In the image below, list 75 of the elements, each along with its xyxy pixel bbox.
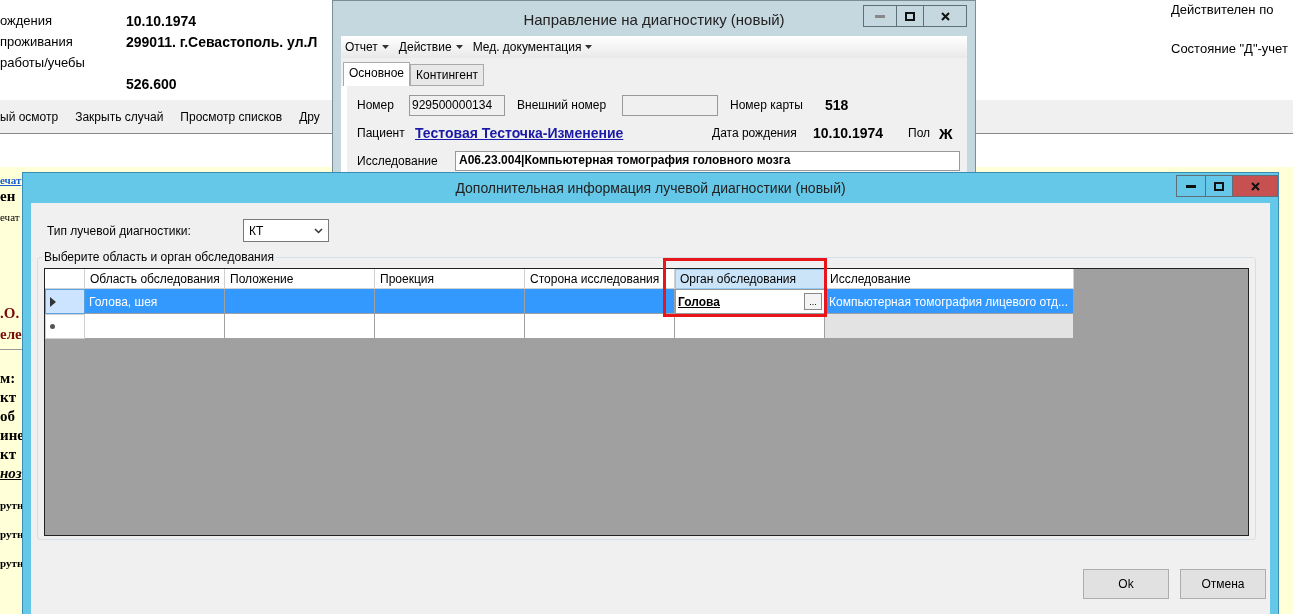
browse-button[interactable]: ... [804, 293, 822, 310]
chevron-down-icon [314, 227, 323, 234]
field-label: Пол [908, 126, 932, 140]
column-header[interactable]: Сторона исследования [525, 269, 675, 289]
maximize-icon [1214, 181, 1224, 191]
caret-icon [585, 45, 593, 49]
field-label: Номер [357, 98, 395, 112]
study-field[interactable]: A06.23.004|Компьютерная томография головного мозга [455, 151, 960, 171]
document-text: ноз [0, 465, 22, 482]
cell-editor[interactable]: Голова ... [675, 289, 825, 314]
external-number-field[interactable] [622, 94, 718, 116]
caret-icon [455, 45, 463, 49]
document-text: об [0, 408, 15, 425]
minimize-icon [875, 14, 885, 18]
column-header[interactable]: Исследование [825, 269, 1074, 289]
corner-header [45, 269, 85, 289]
menu-item[interactable]: Мед. документация [472, 40, 593, 54]
menu-item[interactable]: Действие [398, 40, 463, 54]
field-label: работы/учебы [0, 55, 86, 70]
window-title: Направление на диагностику (новый) [522, 10, 786, 28]
document-link[interactable]: ечат [0, 174, 22, 186]
current-row-icon [50, 296, 56, 307]
type-dropdown[interactable]: КТ [243, 219, 329, 242]
close-button[interactable] [923, 5, 967, 27]
document-text: .О. [0, 305, 20, 322]
dialog-title: Дополнительная информация лучевой диагностики (новый) [454, 180, 847, 196]
toolbar-item[interactable]: ый осмотр [0, 109, 59, 124]
minimize-icon [1186, 184, 1196, 188]
status-text: Состояние "Д"-учет [1171, 41, 1288, 56]
status-text: Действителен по [1171, 2, 1275, 17]
field-label: проживания [0, 34, 74, 49]
table-cell: Голова, шея [85, 289, 225, 314]
field-label: ождения [0, 13, 54, 28]
close-icon [940, 11, 950, 21]
document-text: кт [0, 446, 16, 463]
document-text: ечат [0, 211, 20, 223]
field-label: Исследование [357, 154, 439, 168]
row-header[interactable] [45, 289, 85, 314]
toolbar-item[interactable]: Закрыть случай [75, 109, 164, 124]
column-header[interactable]: Проекция [375, 269, 525, 289]
document-text: кт [0, 389, 16, 406]
column-header[interactable]: Орган обследования [675, 269, 825, 289]
document-text: еле [0, 326, 22, 343]
document-text: ен [0, 188, 16, 205]
card-number: 518 [825, 97, 850, 113]
menu-item[interactable]: Отчет [345, 40, 389, 54]
field-value: 299011. г.Севастополь. ул.Л [126, 33, 318, 50]
tab[interactable]: Контингент [410, 64, 484, 86]
cancel-button[interactable]: Отмена [1180, 569, 1266, 599]
field-label: Внешний номер [517, 98, 608, 112]
column-header[interactable]: Положение [225, 269, 375, 289]
maximize-icon [905, 11, 915, 21]
caret-icon [381, 45, 389, 49]
field-label: Номер карты [730, 98, 804, 112]
birth-date: 10.10.1974 [813, 125, 885, 141]
toolbar-item[interactable]: Дру [299, 109, 320, 124]
field-label: Пациент [357, 126, 406, 140]
field-label: Тип лучевой диагностики: [47, 223, 192, 238]
maximize-button[interactable] [896, 5, 924, 27]
tab[interactable]: Основное [343, 62, 410, 86]
new-row-icon [50, 324, 55, 329]
field-value: 526.600 [126, 75, 177, 92]
close-icon [1250, 181, 1260, 191]
document-text: м: [0, 370, 16, 387]
group-title: Выберите область и орган обследования [43, 250, 275, 264]
sex-value: Ж [939, 124, 954, 142]
toolbar-item[interactable]: Просмотр списков [180, 109, 283, 124]
field-label: Дата рождения [712, 126, 798, 140]
patient-link[interactable]: Тестовая Тесточка-Изменение [415, 125, 712, 141]
number-field[interactable]: 929500000134 [409, 94, 505, 116]
column-header[interactable]: Область обследования [85, 269, 225, 289]
minimize-button[interactable] [1176, 175, 1206, 197]
ok-button[interactable]: Ok [1083, 569, 1169, 599]
table-cell: Компьютерная томография лицевого отд... [825, 289, 1074, 314]
field-value: 10.10.1974 [126, 12, 197, 29]
